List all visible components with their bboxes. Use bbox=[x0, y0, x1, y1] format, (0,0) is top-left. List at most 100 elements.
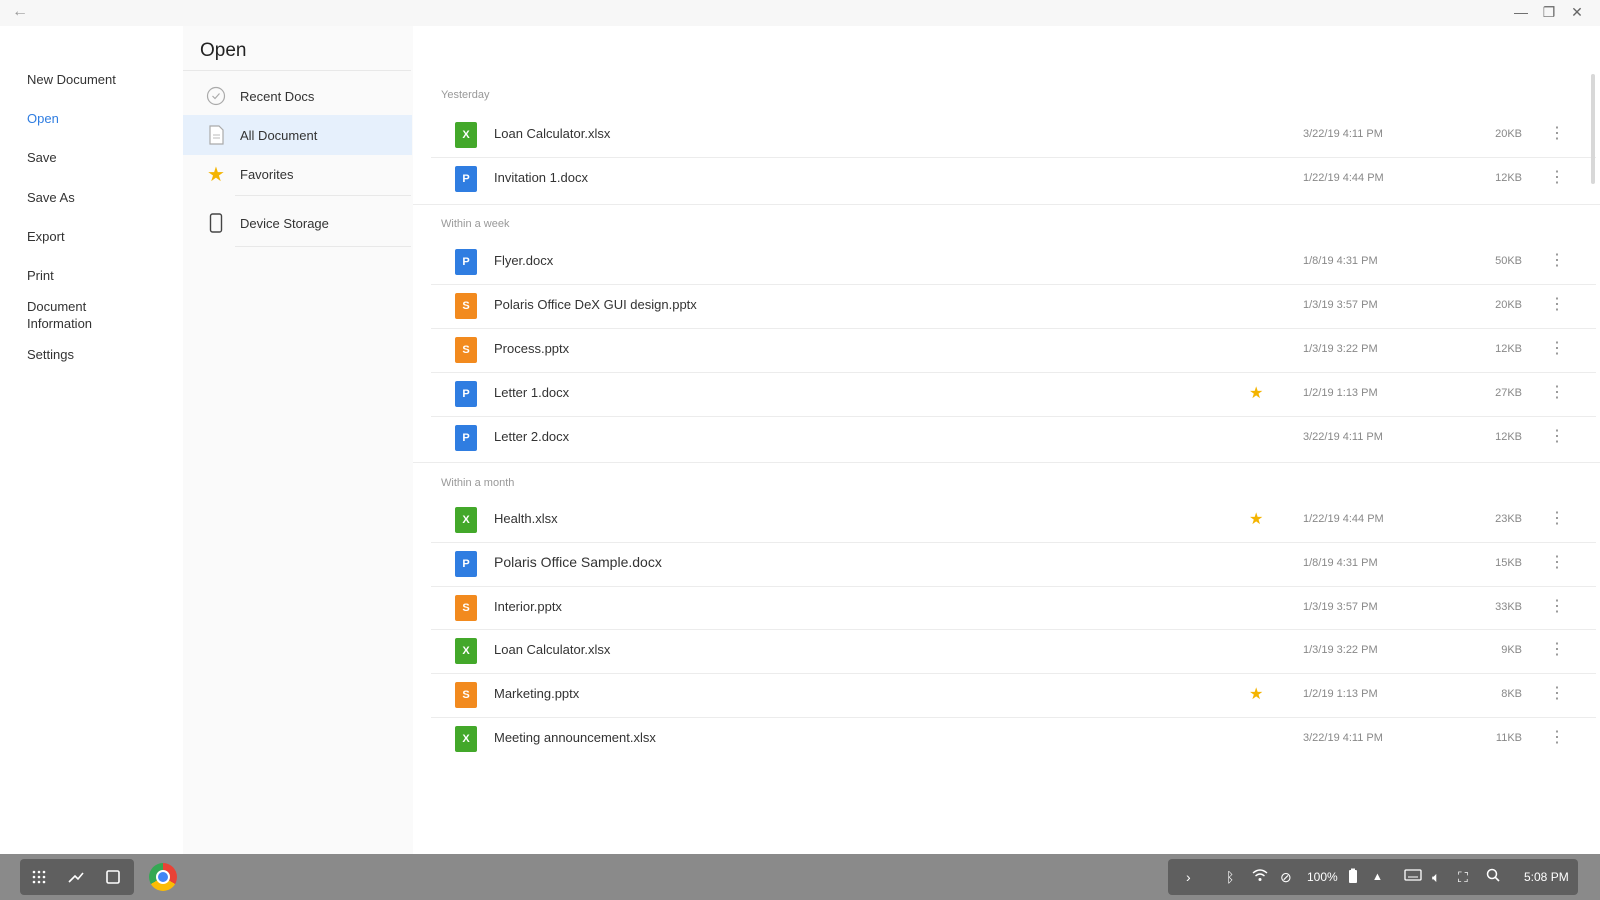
nav-label: All Document bbox=[240, 127, 318, 143]
file-list: Yesterday X Loan Calculator.xlsx 3/22/19… bbox=[413, 26, 1600, 854]
nav-device-storage[interactable]: Device Storage bbox=[183, 203, 412, 243]
docx-file-icon: P bbox=[455, 425, 477, 451]
section-header: Within a week bbox=[441, 218, 510, 230]
file-row[interactable]: S Polaris Office DeX GUI design.pptx 1/3… bbox=[431, 284, 1591, 328]
file-size: 20KB bbox=[1495, 128, 1522, 140]
nav-all-document[interactable]: All Document bbox=[183, 115, 412, 155]
divider bbox=[235, 195, 411, 196]
phone-icon bbox=[205, 212, 227, 234]
keyboard-icon[interactable] bbox=[1404, 868, 1422, 886]
nav-recent-docs[interactable]: Recent Docs bbox=[183, 76, 412, 116]
recent-apps-icon[interactable] bbox=[66, 867, 86, 887]
favorite-star-icon[interactable]: ★ bbox=[1249, 383, 1263, 403]
menu-save[interactable]: Save bbox=[27, 149, 177, 166]
arrow-up-icon[interactable]: ▲ bbox=[1372, 868, 1383, 886]
file-row[interactable]: P Polaris Office Sample.docx 1/8/19 4:31… bbox=[431, 542, 1591, 586]
file-row[interactable]: S Process.pptx 1/3/19 3:22 PM 12KB ⋮ bbox=[431, 328, 1591, 372]
file-row[interactable]: S Interior.pptx 1/3/19 3:57 PM 33KB ⋮ bbox=[431, 586, 1591, 630]
volume-icon[interactable]: 🔈︎ bbox=[1432, 868, 1440, 886]
file-row[interactable]: S Marketing.pptx ★ 1/2/19 1:13 PM 8KB ⋮ bbox=[431, 673, 1591, 717]
apps-icon[interactable] bbox=[29, 867, 49, 887]
more-options-icon[interactable]: ⋮ bbox=[1549, 596, 1565, 616]
screen-capture-icon[interactable]: ⛶ bbox=[1458, 868, 1468, 886]
more-options-icon[interactable]: ⋮ bbox=[1549, 294, 1565, 314]
more-options-icon[interactable]: ⋮ bbox=[1549, 727, 1565, 747]
menu-document-information[interactable]: Document Information bbox=[27, 298, 117, 332]
file-name: Letter 2.docx bbox=[494, 429, 570, 444]
favorite-star-icon[interactable]: ★ bbox=[1249, 509, 1263, 529]
search-icon[interactable] bbox=[1486, 868, 1500, 886]
file-size: 12KB bbox=[1495, 172, 1522, 184]
file-name: Meeting announcement.xlsx bbox=[494, 730, 656, 745]
file-size: 8KB bbox=[1501, 688, 1522, 700]
divider bbox=[183, 70, 411, 71]
do-not-disturb-icon[interactable]: ⊘ bbox=[1280, 868, 1292, 886]
file-size: 20KB bbox=[1495, 299, 1522, 311]
file-row[interactable]: P Invitation 1.docx 1/22/19 4:44 PM 12KB… bbox=[431, 157, 1591, 201]
file-name: Health.xlsx bbox=[494, 511, 558, 526]
menu-export[interactable]: Export bbox=[27, 228, 177, 245]
more-options-icon[interactable]: ⋮ bbox=[1549, 683, 1565, 703]
file-date: 1/2/19 1:13 PM bbox=[1303, 387, 1378, 399]
more-options-icon[interactable]: ⋮ bbox=[1549, 167, 1565, 187]
file-date: 3/22/19 4:11 PM bbox=[1303, 732, 1383, 744]
nav-label: Device Storage bbox=[240, 215, 329, 231]
battery-percent: 100% bbox=[1307, 870, 1338, 884]
more-options-icon[interactable]: ⋮ bbox=[1549, 508, 1565, 528]
minimize-icon[interactable]: — bbox=[1512, 4, 1530, 20]
file-row[interactable]: X Health.xlsx ★ 1/22/19 4:44 PM 23KB ⋮ bbox=[431, 498, 1591, 542]
file-size: 33KB bbox=[1495, 601, 1522, 613]
scrollbar[interactable] bbox=[1591, 74, 1595, 184]
close-icon[interactable]: ✕ bbox=[1568, 4, 1586, 20]
more-options-icon[interactable]: ⋮ bbox=[1549, 123, 1565, 143]
title-bar: ← — ❐ ✕ bbox=[0, 0, 1600, 26]
file-name: Loan Calculator.xlsx bbox=[494, 126, 611, 141]
file-name: Interior.pptx bbox=[494, 599, 562, 614]
maximize-icon[interactable]: ❐ bbox=[1540, 4, 1558, 20]
chrome-icon[interactable] bbox=[149, 863, 177, 891]
wifi-icon[interactable] bbox=[1252, 868, 1268, 886]
file-name: Flyer.docx bbox=[494, 253, 554, 268]
menu-new-document[interactable]: New Document bbox=[27, 71, 177, 88]
docx-file-icon: P bbox=[455, 551, 477, 577]
clock-time: 5:08 PM bbox=[1524, 870, 1569, 884]
pptx-file-icon: S bbox=[455, 293, 477, 319]
file-date: 1/3/19 3:57 PM bbox=[1303, 601, 1378, 613]
bluetooth-icon[interactable]: ᛒ bbox=[1226, 868, 1234, 886]
menu-settings[interactable]: Settings bbox=[27, 346, 177, 363]
more-options-icon[interactable]: ⋮ bbox=[1549, 250, 1565, 270]
file-name: Process.pptx bbox=[494, 341, 570, 356]
docx-file-icon: P bbox=[455, 249, 477, 275]
xlsx-file-icon: X bbox=[455, 507, 477, 533]
menu-save-as[interactable]: Save As bbox=[27, 189, 177, 206]
file-date: 1/3/19 3:22 PM bbox=[1303, 343, 1378, 355]
file-row[interactable]: X Loan Calculator.xlsx 1/3/19 3:22 PM 9K… bbox=[431, 629, 1591, 673]
file-row[interactable]: X Meeting announcement.xlsx 3/22/19 4:11… bbox=[431, 717, 1591, 761]
menu-print[interactable]: Print bbox=[27, 267, 177, 284]
file-row[interactable]: P Letter 2.docx 3/22/19 4:11 PM 12KB ⋮ bbox=[431, 416, 1591, 460]
menu-open[interactable]: Open bbox=[27, 110, 177, 127]
file-row[interactable]: P Flyer.docx 1/8/19 4:31 PM 50KB ⋮ bbox=[431, 240, 1591, 284]
file-row[interactable]: X Loan Calculator.xlsx 3/22/19 4:11 PM 2… bbox=[431, 113, 1591, 157]
more-options-icon[interactable]: ⋮ bbox=[1549, 338, 1565, 358]
chevron-right-icon[interactable]: › bbox=[1186, 868, 1191, 886]
window-icon[interactable] bbox=[103, 867, 123, 887]
xlsx-file-icon: X bbox=[455, 122, 477, 148]
file-date: 1/3/19 3:22 PM bbox=[1303, 644, 1378, 656]
file-size: 15KB bbox=[1495, 557, 1522, 569]
file-row[interactable]: P Letter 1.docx ★ 1/2/19 1:13 PM 27KB ⋮ bbox=[431, 372, 1591, 416]
document-icon bbox=[205, 124, 227, 146]
more-options-icon[interactable]: ⋮ bbox=[1549, 382, 1565, 402]
more-options-icon[interactable]: ⋮ bbox=[1549, 639, 1565, 659]
favorite-star-icon[interactable]: ★ bbox=[1249, 684, 1263, 704]
more-options-icon[interactable]: ⋮ bbox=[1549, 426, 1565, 446]
more-options-icon[interactable]: ⋮ bbox=[1549, 552, 1565, 572]
taskbar-nav-group bbox=[20, 859, 134, 895]
nav-favorites[interactable]: ★ Favorites bbox=[183, 154, 412, 194]
divider bbox=[235, 246, 411, 247]
section-header: Yesterday bbox=[441, 89, 490, 101]
page-title: Open bbox=[200, 40, 247, 61]
file-size: 11KB bbox=[1495, 732, 1522, 744]
nav-label: Favorites bbox=[240, 166, 294, 182]
back-arrow-icon[interactable]: ← bbox=[12, 4, 28, 20]
